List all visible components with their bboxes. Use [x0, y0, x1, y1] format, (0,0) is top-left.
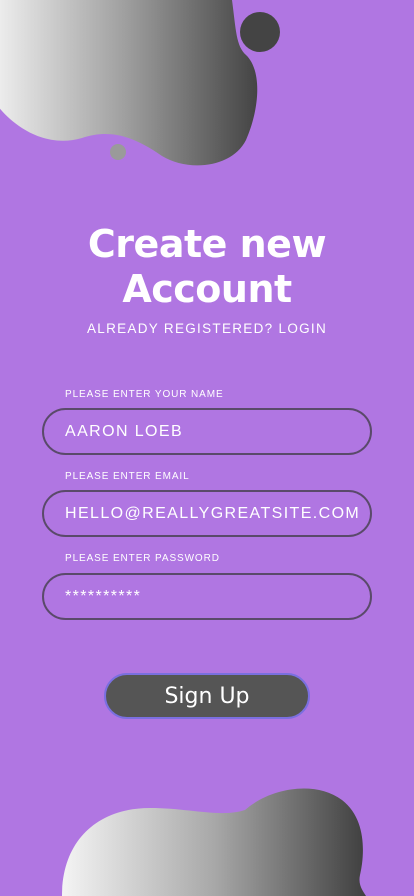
name-field-label: PLEASE ENTER YOUR NAME [65, 389, 224, 400]
email-field-label: PLEASE ENTER EMAIL [65, 471, 190, 482]
page-title-line-1: Create new [87, 222, 327, 266]
name-input[interactable] [42, 408, 372, 455]
password-field-label: PLEASE ENTER PASSWORD [65, 553, 220, 564]
sign-up-button[interactable]: Sign Up [104, 673, 310, 719]
email-input[interactable] [42, 490, 372, 537]
login-link[interactable]: ALREADY REGISTERED? LOGIN [0, 321, 414, 336]
page-title: Create new Account [0, 222, 414, 312]
page-title-line-2: Account [122, 267, 292, 311]
password-input[interactable] [42, 573, 372, 620]
